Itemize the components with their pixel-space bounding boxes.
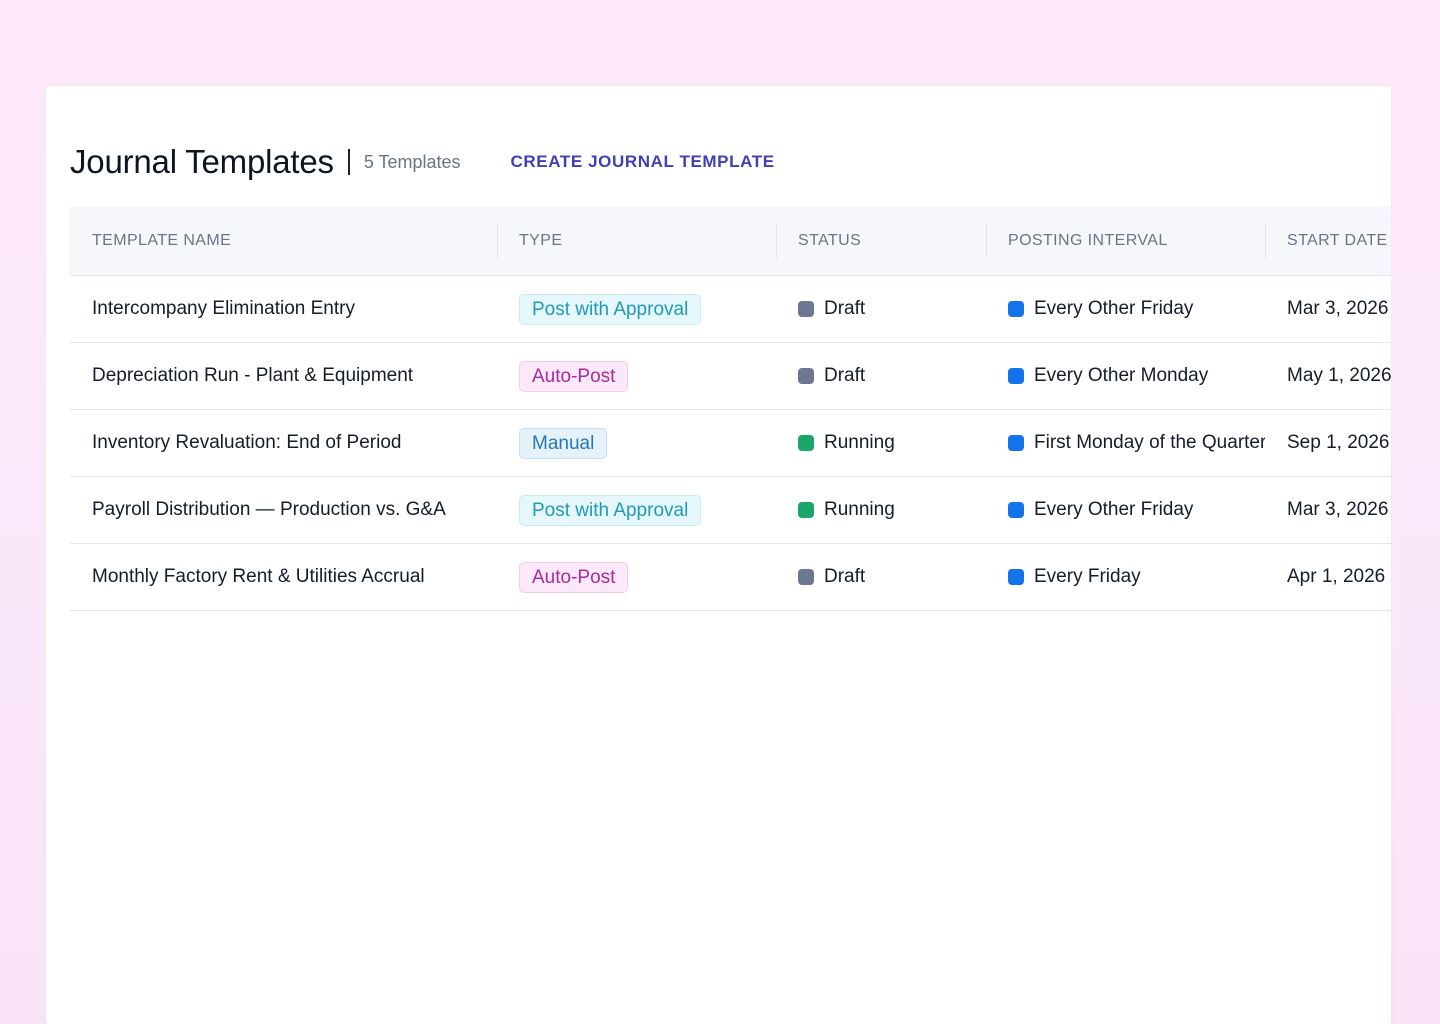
start-date: Apr 1, 2026 [1287,566,1386,587]
posting-interval-label: Every Other Friday [1034,298,1194,319]
table-row[interactable]: Depreciation Run - Plant & Equipment Auto… [70,343,1391,410]
interval-square-icon [1008,569,1024,585]
table-row[interactable]: Monthly Factory Rent & Utilities Accrual… [70,544,1391,611]
type-cell: Manual [497,410,776,476]
type-badge: Auto-Post [519,360,629,392]
interval-square-icon [1008,502,1024,518]
status-square-icon [798,301,814,317]
posting-interval-cell: Every Friday [986,544,1265,610]
column-header-status[interactable]: STATUS [776,207,986,275]
status-label: Running [824,499,895,520]
posting-interval-label: Every Other Monday [1034,365,1209,386]
template-name-cell: Inventory Revaluation: End of Period [70,410,497,476]
posting-interval-cell: First Monday of the Quarter [986,410,1265,476]
title-divider [347,149,350,175]
journal-templates-panel: Journal Templates 5 Templates CREATE JOU… [46,86,1391,1024]
table-body: Intercompany Elimination Entry Post with … [70,276,1391,611]
template-name-cell: Payroll Distribution — Production vs. G&… [70,477,497,543]
status-square-icon [798,569,814,585]
template-name[interactable]: Depreciation Run - Plant & Equipment [92,365,413,387]
status-cell: Draft [776,544,986,610]
status-square-icon [798,368,814,384]
posting-interval-cell: Every Other Friday [986,276,1265,342]
table-row[interactable]: Inventory Revaluation: End of Period Manu… [70,410,1391,477]
start-date-cell: Mar 3, 2026 [1265,477,1391,543]
template-name-cell: Monthly Factory Rent & Utilities Accrual [70,544,497,610]
column-header-template-name[interactable]: TEMPLATE NAME [70,207,497,275]
interval-square-icon [1008,368,1024,384]
column-header-start-date[interactable]: START DATE [1265,207,1391,275]
interval-square-icon [1008,435,1024,451]
type-cell: Auto-Post [497,544,776,610]
status-label: Draft [824,365,866,386]
status-cell: Running [776,477,986,543]
status-label: Running [824,432,895,453]
type-badge: Post with Approval [519,293,702,325]
start-date: May 1, 2026 [1287,365,1391,386]
template-name[interactable]: Payroll Distribution — Production vs. G&… [92,499,446,521]
column-header-type[interactable]: TYPE [497,207,776,275]
table-row[interactable]: Intercompany Elimination Entry Post with … [70,276,1391,343]
template-count: 5 Templates [363,151,461,172]
template-name-cell: Depreciation Run - Plant & Equipment [70,343,497,409]
start-date-cell: Mar 3, 2026 [1265,276,1391,342]
status-label: Draft [824,566,866,587]
start-date: Sep 1, 2026 [1287,432,1390,453]
page-header: Journal Templates 5 Templates CREATE JOU… [70,142,775,182]
template-name[interactable]: Intercompany Elimination Entry [92,298,355,320]
template-name[interactable]: Monthly Factory Rent & Utilities Accrual [92,566,425,588]
status-cell: Running [776,410,986,476]
start-date: Mar 3, 2026 [1287,499,1389,520]
column-header-posting-interval[interactable]: POSTING INTERVAL [986,207,1265,275]
posting-interval-label: First Monday of the Quarter [1034,432,1265,453]
interval-square-icon [1008,301,1024,317]
template-name-cell: Intercompany Elimination Entry [70,276,497,342]
type-badge: Manual [519,427,608,459]
posting-interval-label: Every Other Friday [1034,499,1194,520]
start-date: Mar 3, 2026 [1287,298,1389,319]
start-date-cell: May 1, 2026 [1265,343,1391,409]
posting-interval-cell: Every Other Friday [986,477,1265,543]
type-badge: Post with Approval [519,494,702,526]
table-row[interactable]: Payroll Distribution — Production vs. G&… [70,477,1391,544]
type-cell: Post with Approval [497,477,776,543]
templates-table: TEMPLATE NAME TYPE STATUS POSTING INTERV… [70,207,1391,611]
posting-interval-label: Every Friday [1034,566,1141,587]
start-date-cell: Sep 1, 2026 [1265,410,1391,476]
status-square-icon [798,435,814,451]
page-title: Journal Templates [70,143,334,180]
status-cell: Draft [776,276,986,342]
status-cell: Draft [776,343,986,409]
table-header: TEMPLATE NAME TYPE STATUS POSTING INTERV… [70,207,1391,276]
create-journal-template-button[interactable]: CREATE JOURNAL TEMPLATE [511,152,775,172]
start-date-cell: Apr 1, 2026 [1265,544,1391,610]
status-label: Draft [824,298,866,319]
type-badge: Auto-Post [519,561,629,593]
status-square-icon [798,502,814,518]
type-cell: Post with Approval [497,276,776,342]
type-cell: Auto-Post [497,343,776,409]
posting-interval-cell: Every Other Monday [986,343,1265,409]
template-name[interactable]: Inventory Revaluation: End of Period [92,432,401,454]
